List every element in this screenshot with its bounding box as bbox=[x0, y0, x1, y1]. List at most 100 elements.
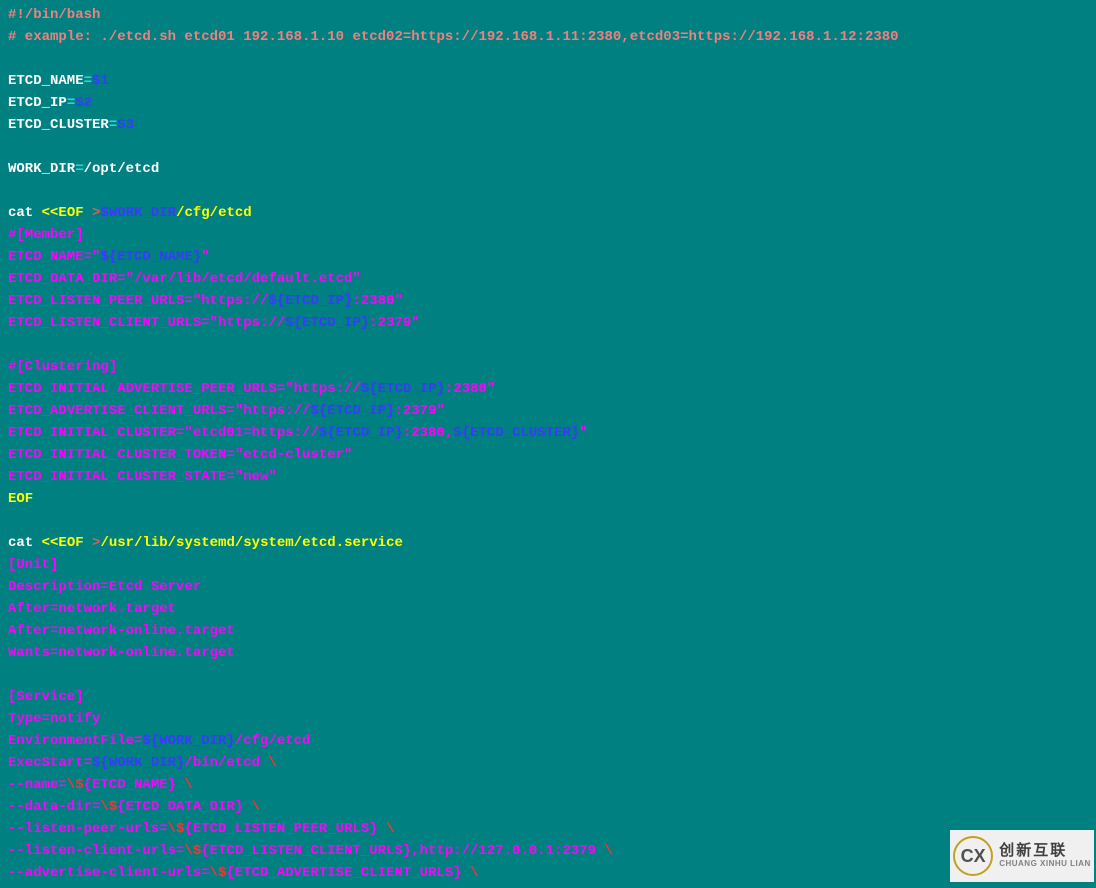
code-token: = bbox=[75, 161, 83, 177]
code-token: WORK_DIR bbox=[8, 161, 75, 177]
code-line: #[Clustering] bbox=[8, 356, 1088, 378]
code-token: /usr/lib/systemd/system/etcd.service bbox=[100, 535, 402, 551]
code-token: ETCD_LISTEN_PEER_URLS="https:// bbox=[8, 293, 268, 309]
code-token: ETCD_INITIAL_CLUSTER_STATE="new" bbox=[8, 469, 277, 485]
code-token: :2379" bbox=[394, 403, 444, 419]
code-token: cat bbox=[8, 535, 42, 551]
watermark-sub-text: CHUANG XINHU LIAN bbox=[999, 859, 1091, 869]
code-token: EOF bbox=[8, 491, 33, 507]
code-token: \ bbox=[268, 755, 276, 771]
code-line bbox=[8, 510, 1088, 532]
code-token: $3 bbox=[117, 117, 134, 133]
code-token: :2380, bbox=[403, 425, 453, 441]
code-line: ETCD_INITIAL_CLUSTER_TOKEN="etcd-cluster… bbox=[8, 444, 1088, 466]
code-line bbox=[8, 664, 1088, 686]
code-token: :2379" bbox=[369, 315, 419, 331]
code-token: \$ bbox=[100, 799, 117, 815]
code-token: --name= bbox=[8, 777, 67, 793]
code-token: {ETCD_ADVERTISE_CLIENT_URLS} bbox=[226, 865, 470, 881]
code-token: /cfg/etcd bbox=[176, 205, 252, 221]
code-token: [Service] bbox=[8, 689, 84, 705]
code-token: ETCD_IP bbox=[8, 95, 67, 111]
code-line: ETCD_IP=$2 bbox=[8, 92, 1088, 114]
code-line: ExecStart=${WORK_DIR}/bin/etcd \ bbox=[8, 752, 1088, 774]
code-line bbox=[8, 180, 1088, 202]
code-line: ETCD_LISTEN_CLIENT_URLS="https://${ETCD_… bbox=[8, 312, 1088, 334]
code-token: --listen-client-urls= bbox=[8, 843, 184, 859]
code-line: ETCD_LISTEN_PEER_URLS="https://${ETCD_IP… bbox=[8, 290, 1088, 312]
code-token: # example: ./etcd.sh etcd01 192.168.1.10… bbox=[8, 29, 899, 45]
code-line: cat <<EOF >/usr/lib/systemd/system/etcd.… bbox=[8, 532, 1088, 554]
code-token: cat bbox=[8, 205, 42, 221]
code-line: #[Member] bbox=[8, 224, 1088, 246]
code-token: \ bbox=[470, 865, 478, 881]
code-token: = bbox=[109, 117, 117, 133]
code-token: #!/bin/bash bbox=[8, 7, 100, 23]
code-token: ExecStart= bbox=[8, 755, 92, 771]
code-token: EnvironmentFile= bbox=[8, 733, 142, 749]
code-token: [Unit] bbox=[8, 557, 58, 573]
code-token: ${ETCD_IP} bbox=[319, 425, 403, 441]
code-line: ETCD_CLUSTER=$3 bbox=[8, 114, 1088, 136]
code-line: ETCD_NAME="${ETCD_NAME}" bbox=[8, 246, 1088, 268]
code-line: ETCD_INITIAL_ADVERTISE_PEER_URLS="https:… bbox=[8, 378, 1088, 400]
code-line: WORK_DIR=/opt/etcd bbox=[8, 158, 1088, 180]
code-line: Description=Etcd Server bbox=[8, 576, 1088, 598]
code-token: ${ETCD_IP} bbox=[361, 381, 445, 397]
code-token: {ETCD_LISTEN_PEER_URLS} bbox=[184, 821, 386, 837]
code-line: After=network.target bbox=[8, 598, 1088, 620]
code-token: ETCD_INITIAL_CLUSTER_TOKEN="etcd-cluster… bbox=[8, 447, 352, 463]
code-token: {ETCD_DATA_DIR} bbox=[117, 799, 251, 815]
code-token: ${WORK_DIR} bbox=[92, 755, 184, 771]
code-token: ETCD_ADVERTISE_CLIENT_URLS="https:// bbox=[8, 403, 310, 419]
watermark-badge: CX 创新互联 CHUANG XINHU LIAN bbox=[950, 830, 1094, 882]
code-token: {ETCD_NAME} bbox=[84, 777, 185, 793]
code-token: Description=Etcd Server bbox=[8, 579, 201, 595]
code-line bbox=[8, 136, 1088, 158]
code-token: ETCD_CLUSTER bbox=[8, 117, 109, 133]
code-token: {ETCD_LISTEN_CLIENT_URLS},http://127.0.0… bbox=[201, 843, 604, 859]
code-line: --listen-client-urls=\${ETCD_LISTEN_CLIE… bbox=[8, 840, 1088, 862]
code-line: After=network-online.target bbox=[8, 620, 1088, 642]
code-token: \ bbox=[605, 843, 613, 859]
code-token: " bbox=[579, 425, 587, 441]
code-token: ${WORK_DIR} bbox=[142, 733, 234, 749]
code-token: \$ bbox=[210, 865, 227, 881]
code-token: :2380" bbox=[445, 381, 495, 397]
code-token: = bbox=[67, 95, 75, 111]
watermark-text-group: 创新互联 CHUANG XINHU LIAN bbox=[999, 843, 1091, 869]
code-line: Wants=network-online.target bbox=[8, 642, 1088, 664]
code-token: ${ETCD_CLUSTER} bbox=[453, 425, 579, 441]
code-token: \ bbox=[386, 821, 394, 837]
code-line: [Service] bbox=[8, 686, 1088, 708]
code-line: ETCD_INITIAL_CLUSTER_STATE="new" bbox=[8, 466, 1088, 488]
code-line: cat <<EOF >$WORK_DIR/cfg/etcd bbox=[8, 202, 1088, 224]
watermark-logo-text: CX bbox=[961, 845, 986, 867]
code-token: /bin/etcd bbox=[184, 755, 268, 771]
code-token: ${ETCD_IP} bbox=[268, 293, 352, 309]
code-token: After=network.target bbox=[8, 601, 176, 617]
code-token: ETCD_NAME bbox=[8, 73, 84, 89]
code-line: ETCD_INITIAL_CLUSTER="etcd01=https://${E… bbox=[8, 422, 1088, 444]
code-token: :2380" bbox=[352, 293, 402, 309]
code-token: ${ETCD_IP} bbox=[285, 315, 369, 331]
code-line: ETCD_NAME=$1 bbox=[8, 70, 1088, 92]
code-token: ETCD_INITIAL_ADVERTISE_PEER_URLS="https:… bbox=[8, 381, 361, 397]
code-line: [Unit] bbox=[8, 554, 1088, 576]
code-token: --advertise-client-urls= bbox=[8, 865, 210, 881]
code-token: $WORK_DIR bbox=[100, 205, 176, 221]
code-token: ${ETCD_NAME} bbox=[100, 249, 201, 265]
code-token: ETCD_INITIAL_CLUSTER="etcd01=https:// bbox=[8, 425, 319, 441]
code-token: $2 bbox=[75, 95, 92, 111]
code-line bbox=[8, 48, 1088, 70]
code-line: EOF bbox=[8, 488, 1088, 510]
code-token: /cfg/etcd bbox=[235, 733, 311, 749]
code-token: = bbox=[84, 73, 92, 89]
code-token: Type=notify bbox=[8, 711, 100, 727]
code-line: # example: ./etcd.sh etcd01 192.168.1.10… bbox=[8, 26, 1088, 48]
watermark-main-text: 创新互联 bbox=[999, 843, 1091, 859]
watermark-logo: CX bbox=[953, 836, 993, 876]
code-token: Wants=network-online.target bbox=[8, 645, 235, 661]
code-line: --advertise-client-urls=\${ETCD_ADVERTIS… bbox=[8, 862, 1088, 884]
code-token: #[Member] bbox=[8, 227, 84, 243]
